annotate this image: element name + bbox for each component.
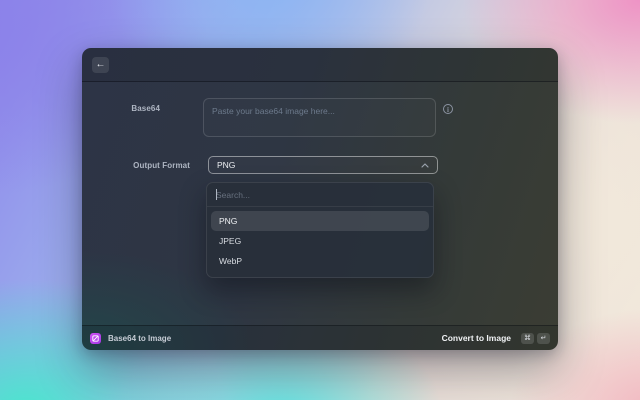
- option-png[interactable]: PNG: [211, 211, 429, 231]
- app-title: Base64 to Image: [108, 334, 171, 343]
- dropdown-options: PNG JPEG WebP: [207, 207, 433, 275]
- dropdown-search-input[interactable]: [216, 190, 424, 200]
- app-icon: [90, 333, 101, 344]
- image-glyph-icon: [92, 335, 99, 342]
- command-key-icon[interactable]: ⌘: [521, 333, 534, 344]
- text-cursor: [216, 189, 217, 200]
- back-button[interactable]: ←: [92, 57, 109, 73]
- output-format-label: Output Format: [110, 161, 190, 170]
- base64-label: Base64: [80, 104, 160, 113]
- dropdown-search-row: [207, 183, 433, 207]
- output-format-value: PNG: [209, 160, 421, 170]
- chevron-up-icon: [421, 163, 437, 168]
- app-window: ← Base64 i Output Format PNG PNG JPEG We…: [82, 48, 558, 350]
- format-dropdown-panel: PNG JPEG WebP: [206, 182, 434, 278]
- option-webp[interactable]: WebP: [211, 251, 429, 271]
- output-format-select[interactable]: PNG: [208, 156, 438, 174]
- back-arrow-icon: ←: [96, 60, 106, 70]
- return-key-icon[interactable]: ↵: [537, 333, 550, 344]
- info-icon[interactable]: i: [443, 104, 453, 114]
- option-jpeg[interactable]: JPEG: [211, 231, 429, 251]
- base64-input[interactable]: [203, 98, 436, 137]
- convert-action-button[interactable]: Convert to Image: [442, 333, 511, 343]
- titlebar: ←: [82, 48, 558, 82]
- footer-bar: Base64 to Image Convert to Image ⌘ ↵: [82, 325, 558, 350]
- desktop-background: ← Base64 i Output Format PNG PNG JPEG We…: [0, 0, 640, 400]
